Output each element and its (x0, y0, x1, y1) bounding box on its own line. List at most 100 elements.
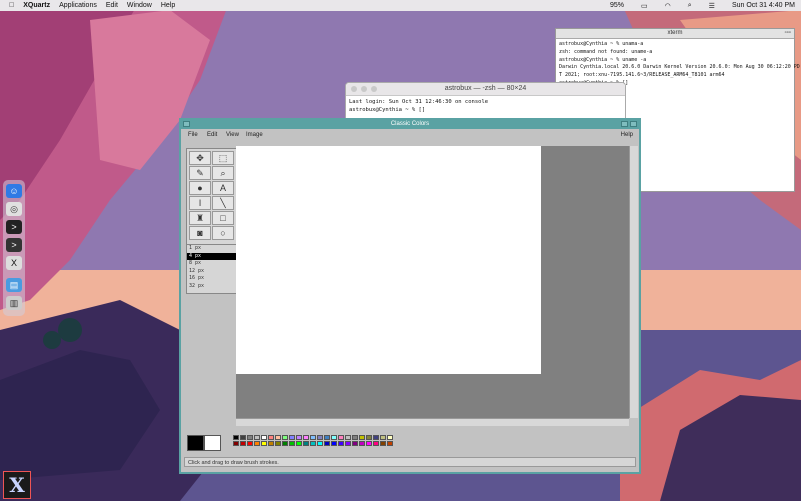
wifi-icon[interactable]: ◠ (665, 2, 671, 10)
rectangle-icon[interactable]: □ (212, 211, 234, 225)
drawing-canvas[interactable] (236, 146, 541, 374)
size-option[interactable]: 12 px (187, 268, 237, 276)
menu-image[interactable]: Image (246, 132, 263, 138)
palette-color-swatch[interactable] (387, 441, 393, 446)
size-option-selected[interactable]: 4 px (187, 252, 237, 261)
palette-color-swatch[interactable] (289, 441, 295, 446)
palette-color-swatch[interactable] (373, 441, 379, 446)
menu-file[interactable]: File (188, 132, 198, 138)
app-menu[interactable]: XQuartz (23, 2, 50, 9)
menu-applications[interactable]: Applications (59, 2, 97, 9)
palette-color-swatch[interactable] (366, 441, 372, 446)
pencil-icon[interactable]: ǀ (189, 196, 211, 210)
palette-color-swatch[interactable] (247, 441, 253, 446)
palette-color-swatch[interactable] (282, 441, 288, 446)
search-icon[interactable]: ⌕ (688, 2, 692, 10)
palette-color-swatch[interactable] (338, 441, 344, 446)
palette-color-swatch[interactable] (261, 435, 267, 440)
paint-window[interactable]: Classic Colors File Edit View Image Help… (179, 118, 641, 474)
zoom-icon[interactable] (371, 86, 377, 92)
horizontal-scrollbar[interactable] (236, 418, 629, 426)
palette-color-swatch[interactable] (338, 435, 344, 440)
palette-color-swatch[interactable] (275, 441, 281, 446)
paint-titlebar[interactable]: Classic Colors (181, 120, 639, 129)
palette-color-swatch[interactable] (331, 435, 337, 440)
palette-color-swatch[interactable] (233, 441, 239, 446)
palette-color-swatch[interactable] (254, 441, 260, 446)
terminal-icon[interactable]: > (6, 220, 22, 234)
xterm-titlebar[interactable]: xterm ▫▫▫ (556, 29, 794, 39)
minimize-icon[interactable] (361, 86, 367, 92)
menu-help[interactable]: Help (621, 132, 633, 138)
palette-color-swatch[interactable] (317, 435, 323, 440)
palette-color-swatch[interactable] (296, 441, 302, 446)
foreground-color-swatch[interactable] (187, 435, 204, 451)
palette-color-swatch[interactable] (387, 435, 393, 440)
airbrush-icon[interactable]: ◙ (189, 226, 211, 240)
palette-color-swatch[interactable] (240, 441, 246, 446)
menu-view[interactable]: View (226, 132, 239, 138)
menu-edit[interactable]: Edit (207, 132, 217, 138)
palette-color-swatch[interactable] (303, 435, 309, 440)
palette-color-swatch[interactable] (310, 435, 316, 440)
palette-color-swatch[interactable] (282, 435, 288, 440)
xterm-window-buttons-icon[interactable]: ▫▫▫ (785, 29, 791, 38)
palette-color-swatch[interactable] (233, 435, 239, 440)
palette-color-swatch[interactable] (345, 435, 351, 440)
control-center-icon[interactable]: ☰ (709, 2, 715, 10)
palette-color-swatch[interactable] (268, 435, 274, 440)
size-option[interactable]: 32 px (187, 283, 237, 291)
palette-color-swatch[interactable] (303, 441, 309, 446)
menu-edit[interactable]: Edit (106, 2, 118, 9)
magnifier-icon[interactable]: ⌕ (212, 166, 234, 180)
fill-icon[interactable]: ✎ (189, 166, 211, 180)
terminal-output[interactable]: Last login: Sun Oct 31 12:46:30 on conso… (346, 96, 625, 116)
rect-select-icon[interactable]: ⬚ (212, 151, 234, 165)
palette-color-swatch[interactable] (331, 441, 337, 446)
palette-color-swatch[interactable] (345, 441, 351, 446)
palette-color-swatch[interactable] (289, 435, 295, 440)
battery-icon[interactable]: ▭ (641, 2, 648, 10)
xquartz-logo-icon[interactable]: X (3, 471, 31, 499)
palette-color-swatch[interactable] (359, 435, 365, 440)
palette-color-swatch[interactable] (380, 441, 386, 446)
xquartz-icon[interactable]: X (6, 256, 22, 270)
palette-color-swatch[interactable] (254, 435, 260, 440)
size-option[interactable]: 1 px (187, 245, 237, 253)
terminal-2-icon[interactable]: > (6, 238, 22, 252)
palette-color-swatch[interactable] (261, 441, 267, 446)
screenshot-icon[interactable]: ◎ (6, 202, 22, 216)
background-color-swatch[interactable] (204, 435, 221, 451)
brush-icon[interactable]: ♜ (189, 211, 211, 225)
apple-icon[interactable]:  (9, 2, 14, 9)
palette-color-swatch[interactable] (240, 435, 246, 440)
line-icon[interactable]: ╲ (212, 196, 234, 210)
palette-color-swatch[interactable] (268, 441, 274, 446)
vertical-scrollbar[interactable] (629, 146, 638, 418)
palette-color-swatch[interactable] (324, 441, 330, 446)
terminal-titlebar[interactable]: astrobux — -zsh — 80×24 (346, 83, 625, 96)
palette-color-swatch[interactable] (366, 435, 372, 440)
size-option[interactable]: 16 px (187, 275, 237, 283)
ellipse-icon[interactable]: ○ (212, 226, 234, 240)
close-icon[interactable] (351, 86, 357, 92)
text-icon[interactable]: A (212, 181, 234, 195)
palette-color-swatch[interactable] (275, 435, 281, 440)
window-menu-icon[interactable] (183, 121, 190, 127)
palette-color-swatch[interactable] (296, 435, 302, 440)
palette-color-swatch[interactable] (380, 435, 386, 440)
size-option[interactable]: 8 px (187, 260, 237, 268)
palette-color-swatch[interactable] (352, 435, 358, 440)
palette-color-swatch[interactable] (247, 435, 253, 440)
folder-icon[interactable]: ▤ (6, 278, 22, 292)
palette-color-swatch[interactable] (373, 435, 379, 440)
palette-color-swatch[interactable] (352, 441, 358, 446)
menu-window[interactable]: Window (127, 2, 152, 9)
palette-color-swatch[interactable] (359, 441, 365, 446)
maximize-icon[interactable] (630, 121, 637, 127)
palette-color-swatch[interactable] (324, 435, 330, 440)
minimize-icon[interactable] (621, 121, 628, 127)
finder-icon[interactable]: ☺ (6, 184, 22, 198)
clock[interactable]: Sun Oct 31 4:40 PM (732, 2, 795, 9)
menu-help[interactable]: Help (161, 2, 175, 9)
